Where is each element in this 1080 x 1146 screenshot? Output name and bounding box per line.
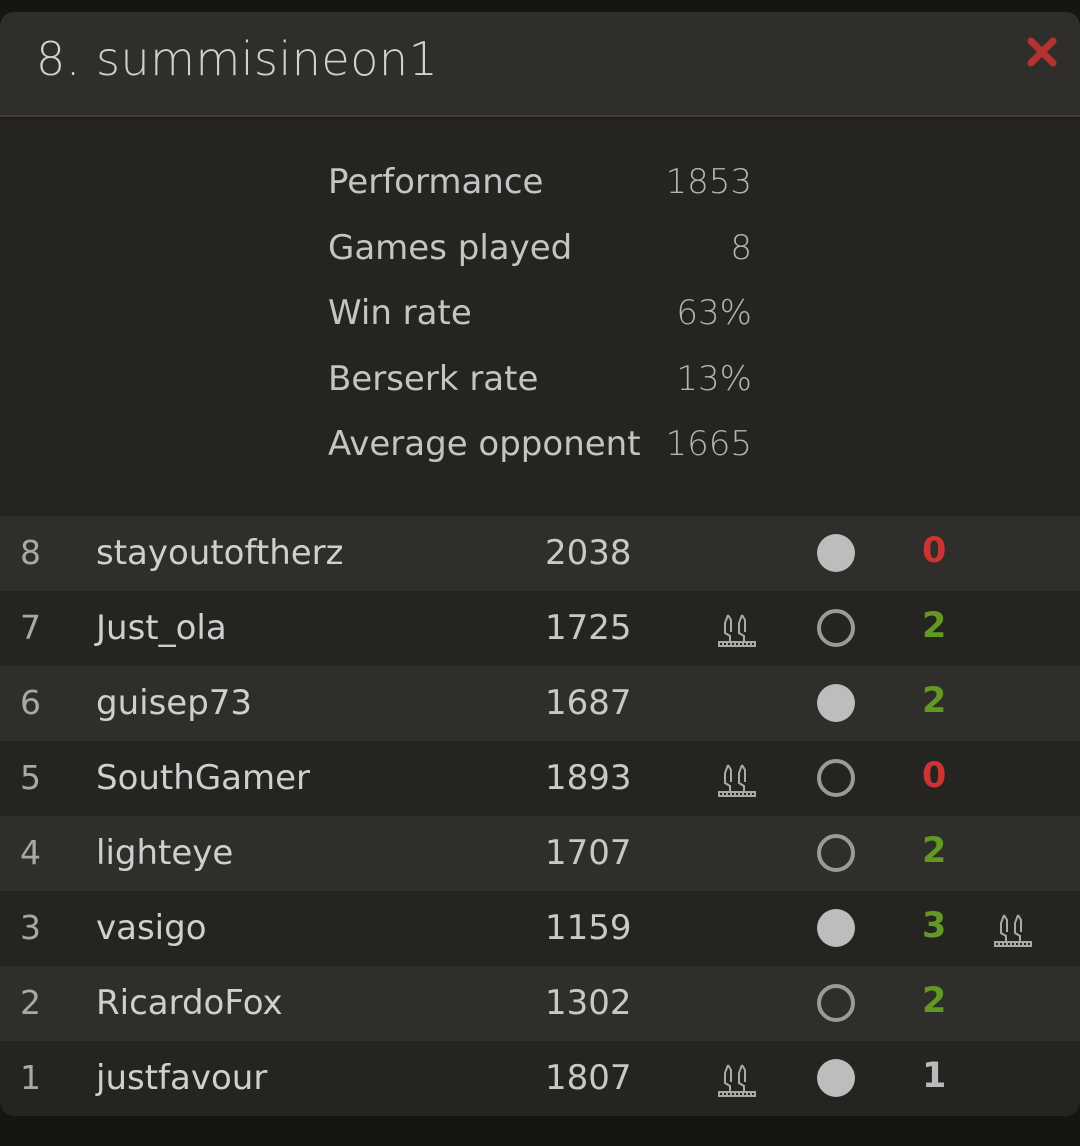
stat-average-opponent: Average opponent 1665 — [328, 424, 752, 490]
opponent-rating: 2038 — [545, 533, 632, 573]
game-score: 2 — [922, 831, 947, 871]
game-score: 0 — [922, 531, 947, 571]
opponent-name[interactable]: lighteye — [96, 833, 233, 873]
opponent-rating: 1725 — [545, 608, 632, 648]
white-piece-icon — [817, 1059, 855, 1097]
game-number: 7 — [20, 608, 41, 647]
game-row[interactable]: 1 justfavour 1807 1 — [0, 1041, 1080, 1116]
berserk-icon — [716, 1058, 758, 1100]
close-icon — [1027, 37, 1057, 67]
game-number: 2 — [20, 983, 41, 1022]
berserk-icon — [716, 758, 758, 800]
opponent-name[interactable]: justfavour — [96, 1058, 267, 1098]
white-piece-icon — [817, 909, 855, 947]
stat-label: Win rate — [328, 293, 472, 333]
black-piece-icon — [817, 834, 855, 872]
stat-value: 13% — [676, 358, 752, 399]
player-stats: Performance 1853 Games played 8 Win rate… — [328, 162, 752, 490]
game-row[interactable]: 7 Just_ola 1725 2 — [0, 591, 1080, 666]
close-button[interactable] — [1026, 36, 1058, 68]
game-row[interactable]: 3 vasigo 1159 3 — [0, 891, 1080, 966]
stat-label: Average opponent — [328, 424, 641, 464]
game-score: 2 — [922, 606, 947, 646]
black-piece-icon — [817, 759, 855, 797]
white-piece-icon — [817, 534, 855, 572]
opponent-name[interactable]: stayoutoftherz — [96, 533, 343, 573]
stat-value: 63% — [676, 293, 752, 333]
black-piece-icon — [817, 984, 855, 1022]
stat-label: Games played — [328, 227, 573, 268]
game-score: 3 — [922, 906, 947, 946]
stat-berserk-rate: Berserk rate 13% — [328, 359, 752, 425]
opponent-name[interactable]: guisep73 — [96, 683, 252, 723]
games-table: 8 stayoutoftherz 2038 0 7 Just_ola 1725 2 6 guis… — [0, 516, 1080, 1116]
opponent-rating: 1687 — [545, 683, 632, 723]
stat-label: Berserk rate — [328, 358, 539, 399]
game-number: 1 — [20, 1058, 41, 1097]
berserk-icon — [716, 608, 758, 650]
game-number: 4 — [20, 833, 41, 872]
stat-games-played: Games played 8 — [328, 228, 752, 294]
game-score: 1 — [922, 1056, 947, 1096]
game-row[interactable]: 8 stayoutoftherz 2038 0 — [0, 516, 1080, 591]
opponent-rating: 1893 — [545, 758, 632, 798]
stat-value: 8 — [730, 227, 752, 268]
opponent-name[interactable]: RicardoFox — [96, 983, 283, 1023]
opponent-rating: 1707 — [545, 833, 632, 873]
opponent-rating: 1159 — [545, 908, 632, 948]
player-info-panel: 8. summisineon1 Performance 1853 Games p… — [0, 12, 1080, 1116]
game-row[interactable]: 5 SouthGamer 1893 0 — [0, 741, 1080, 816]
white-piece-icon — [817, 684, 855, 722]
opponent-name[interactable]: SouthGamer — [96, 758, 310, 798]
game-score: 2 — [922, 681, 947, 721]
player-title: 8. summisineon1 — [36, 32, 439, 86]
panel-header: 8. summisineon1 — [0, 12, 1080, 117]
game-number: 5 — [20, 758, 41, 797]
game-score: 2 — [922, 981, 947, 1021]
stat-win-rate: Win rate 63% — [328, 293, 752, 359]
opponent-rating: 1807 — [545, 1058, 632, 1098]
stat-label: Performance — [328, 162, 544, 202]
opponent-name[interactable]: Just_ola — [96, 608, 227, 648]
opponent-rating: 1302 — [545, 983, 632, 1023]
game-number: 3 — [20, 908, 41, 947]
game-number: 8 — [20, 533, 41, 572]
black-piece-icon — [817, 609, 855, 647]
game-row[interactable]: 4 lighteye 1707 2 — [0, 816, 1080, 891]
opponent-name[interactable]: vasigo — [96, 908, 207, 948]
stat-value: 1853 — [665, 162, 752, 202]
game-row[interactable]: 2 RicardoFox 1302 2 — [0, 966, 1080, 1041]
game-number: 6 — [20, 683, 41, 722]
game-score: 0 — [922, 756, 947, 796]
stat-value: 1665 — [665, 424, 752, 464]
berserk-icon — [992, 908, 1034, 950]
game-row[interactable]: 6 guisep73 1687 2 — [0, 666, 1080, 741]
stat-performance: Performance 1853 — [328, 162, 752, 228]
